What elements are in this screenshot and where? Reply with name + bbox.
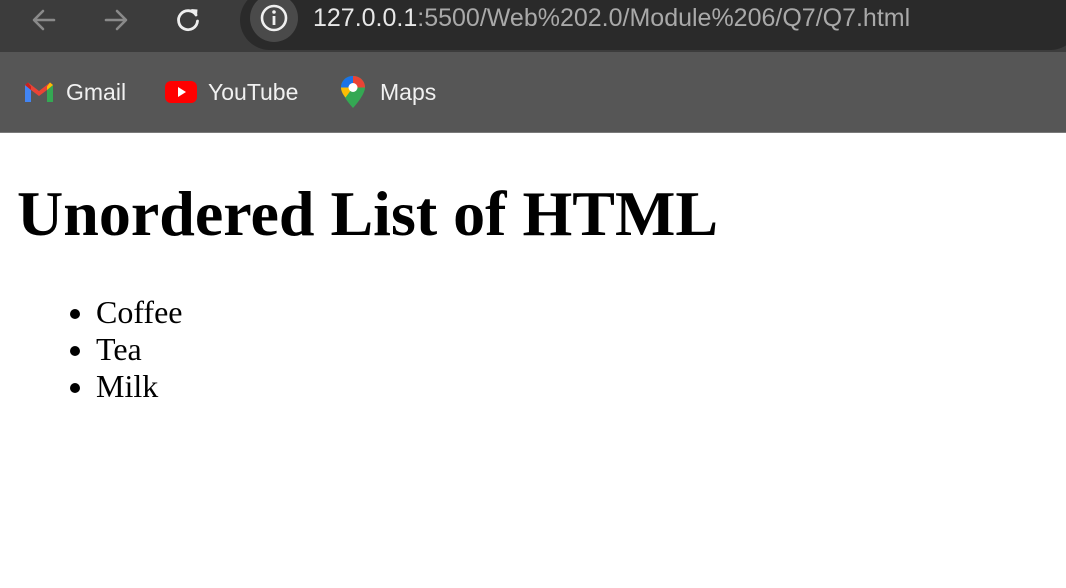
bookmark-youtube[interactable]: YouTube bbox=[164, 72, 298, 112]
url-text[interactable]: 127.0.0.1:5500/Web%202.0/Module%206/Q7/Q… bbox=[313, 3, 910, 33]
bookmark-maps[interactable]: Maps bbox=[336, 72, 436, 112]
unordered-list: Coffee Tea Milk bbox=[56, 294, 182, 405]
info-icon bbox=[260, 4, 288, 32]
bookmark-label: YouTube bbox=[208, 78, 299, 105]
bookmark-gmail[interactable]: Gmail bbox=[22, 72, 126, 112]
url-path: :5500/Web%202.0/Module%206/Q7/Q7.html bbox=[417, 4, 911, 32]
bookmark-label: Gmail bbox=[66, 78, 127, 105]
bookmarks-bar: Gmail YouTube Maps bbox=[0, 52, 1066, 133]
browser-toolbar: 127.0.0.1:5500/Web%202.0/Module%206/Q7/Q… bbox=[0, 0, 1066, 52]
url-host: 127.0.0.1 bbox=[313, 4, 418, 32]
page-content: Unordered List of HTML Coffee Tea Milk bbox=[0, 134, 1066, 588]
list-item: Milk bbox=[96, 368, 182, 405]
bookmark-label: Maps bbox=[380, 78, 437, 105]
gmail-icon bbox=[22, 75, 56, 109]
reload-icon bbox=[177, 9, 199, 32]
list-item: Coffee bbox=[96, 294, 182, 331]
forward-button[interactable] bbox=[94, 0, 138, 40]
arrow-right-icon bbox=[104, 9, 128, 31]
maps-icon bbox=[336, 75, 370, 109]
list-item: Tea bbox=[96, 331, 182, 368]
arrow-left-icon bbox=[32, 9, 56, 31]
youtube-icon bbox=[164, 75, 198, 109]
browser-chrome: 127.0.0.1:5500/Web%202.0/Module%206/Q7/Q… bbox=[0, 0, 1066, 133]
reload-button[interactable] bbox=[166, 0, 210, 40]
back-button[interactable] bbox=[22, 0, 66, 40]
page-title: Unordered List of HTML bbox=[17, 178, 719, 249]
